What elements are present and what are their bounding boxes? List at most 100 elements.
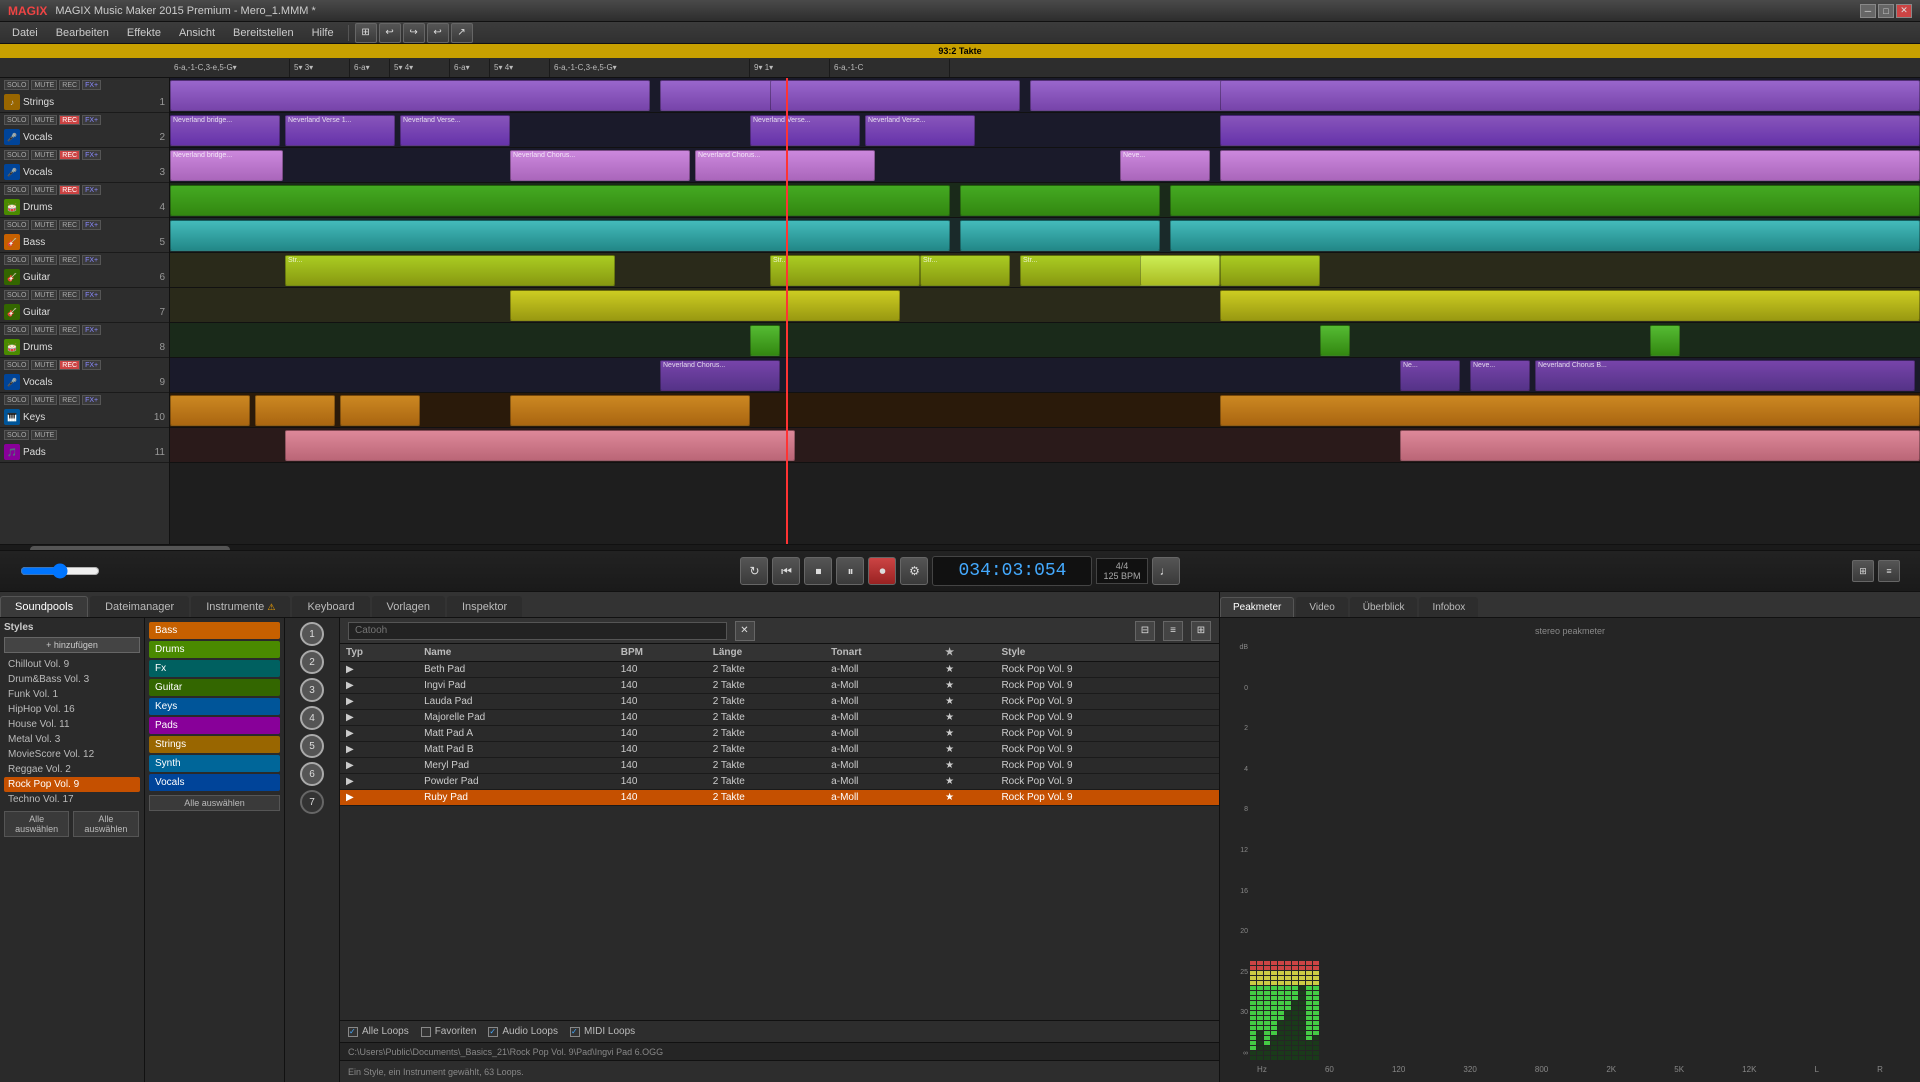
clip-guitar6-2[interactable]: Str... bbox=[770, 255, 920, 286]
loops-icon-btn-3[interactable]: ⊞ bbox=[1191, 621, 1211, 641]
track-row-5[interactable] bbox=[170, 218, 1920, 253]
clip-keys10-2[interactable] bbox=[255, 395, 335, 426]
track-row-4[interactable] bbox=[170, 183, 1920, 218]
style-item-7[interactable]: Reggae Vol. 2 bbox=[4, 762, 140, 777]
loop-btn[interactable]: ↻ bbox=[740, 557, 768, 585]
track-row-11[interactable] bbox=[170, 428, 1920, 463]
clip-keys10-5[interactable] bbox=[1220, 395, 1920, 426]
filter-favoriten[interactable]: Favoriten bbox=[421, 1026, 477, 1037]
checkbox-audio-loops[interactable] bbox=[488, 1027, 498, 1037]
star-4[interactable]: ★ bbox=[939, 726, 995, 742]
clip-pads11-2[interactable] bbox=[1400, 430, 1920, 461]
mute-btn-6[interactable]: MUTE bbox=[31, 255, 57, 265]
mute-btn-11[interactable]: MUTE bbox=[31, 430, 57, 440]
tab-inspektor[interactable]: Inspektor bbox=[447, 596, 522, 617]
grid-view-btn[interactable]: ⊞ bbox=[1852, 560, 1874, 582]
col-name[interactable]: Name bbox=[418, 644, 615, 662]
track-row-7[interactable] bbox=[170, 288, 1920, 323]
clip-guitar7-2[interactable] bbox=[1220, 290, 1920, 321]
style-item-3[interactable]: HipHop Vol. 16 bbox=[4, 702, 140, 717]
clip-strings-5[interactable] bbox=[1220, 80, 1920, 111]
style-item-0[interactable]: Chillout Vol. 9 bbox=[4, 657, 140, 672]
fx-btn-4[interactable]: FX+ bbox=[82, 185, 101, 195]
play-btn-8[interactable]: ▶ bbox=[340, 790, 418, 806]
solo-btn-7[interactable]: SOLO bbox=[4, 290, 29, 300]
col-bpm[interactable]: BPM bbox=[615, 644, 707, 662]
solo-btn-8[interactable]: SOLO bbox=[4, 325, 29, 335]
fx-btn-10[interactable]: FX+ bbox=[82, 395, 101, 405]
solo-btn-4[interactable]: SOLO bbox=[4, 185, 29, 195]
tab-vorlagen[interactable]: Vorlagen bbox=[372, 596, 445, 617]
record-btn[interactable]: ⏺ bbox=[868, 557, 896, 585]
solo-btn-10[interactable]: SOLO bbox=[4, 395, 29, 405]
tonal-segment-4[interactable]: 5▾ 4▾ bbox=[390, 59, 450, 77]
star-1[interactable]: ★ bbox=[939, 678, 995, 694]
instr-item-fx[interactable]: Fx bbox=[149, 660, 280, 677]
stop-btn[interactable]: ⏹ bbox=[804, 557, 832, 585]
play-btn-2[interactable]: ▶ bbox=[340, 694, 418, 710]
level-5[interactable]: 5 bbox=[300, 734, 324, 758]
toolbar-btn-undo[interactable]: ↩ bbox=[379, 23, 401, 43]
titlebar-controls[interactable]: ─ □ ✕ bbox=[1860, 4, 1912, 18]
level-7[interactable]: 7 bbox=[300, 790, 324, 814]
loop-row-0[interactable]: ▶ Beth Pad 140 2 Takte a-Moll ★ Rock Pop… bbox=[340, 662, 1219, 678]
right-tab-video[interactable]: Video bbox=[1296, 597, 1347, 617]
mute-btn-5[interactable]: MUTE bbox=[31, 220, 57, 230]
clip-vocals3-1[interactable]: Neverland bridge... bbox=[170, 150, 283, 181]
tonal-segment-9[interactable]: 6-a,-1-C bbox=[830, 59, 950, 77]
clip-bass5-2[interactable] bbox=[960, 220, 1160, 251]
menu-item-bereitstellen[interactable]: Bereitstellen bbox=[225, 25, 302, 41]
clip-keys10-4[interactable] bbox=[510, 395, 750, 426]
menu-item-ansicht[interactable]: Ansicht bbox=[171, 25, 223, 41]
clip-vocals3-5[interactable] bbox=[1220, 150, 1920, 181]
clip-guitar6-1[interactable]: Str... bbox=[285, 255, 615, 286]
clip-vocals2-1[interactable]: Neverland bridge... bbox=[170, 115, 280, 146]
clip-vocals2-6[interactable] bbox=[1220, 115, 1920, 146]
rec-btn-9[interactable]: REC bbox=[59, 360, 80, 370]
list-view-btn[interactable]: ≡ bbox=[1878, 560, 1900, 582]
clip-vocals2-4[interactable]: Neverland Verse... bbox=[750, 115, 860, 146]
mute-btn-8[interactable]: MUTE bbox=[31, 325, 57, 335]
minimize-button[interactable]: ─ bbox=[1860, 4, 1876, 18]
settings-btn[interactable]: ⚙ bbox=[900, 557, 928, 585]
mute-btn-4[interactable]: MUTE bbox=[31, 185, 57, 195]
rec-btn-5[interactable]: REC bbox=[59, 220, 80, 230]
clip-vocals3-4[interactable]: Neve... bbox=[1120, 150, 1210, 181]
menu-item-hilfe[interactable]: Hilfe bbox=[304, 25, 342, 41]
level-6[interactable]: 6 bbox=[300, 762, 324, 786]
toolbar-btn-redo2[interactable]: ↩ bbox=[427, 23, 449, 43]
instr-item-strings[interactable]: Strings bbox=[149, 736, 280, 753]
clip-drums8-2[interactable] bbox=[1320, 325, 1350, 356]
tonal-segment-6[interactable]: 5▾ 4▾ bbox=[490, 59, 550, 77]
style-item-4[interactable]: House Vol. 11 bbox=[4, 717, 140, 732]
level-2[interactable]: 2 bbox=[300, 650, 324, 674]
track-row-6[interactable]: Str... Str... Str... Str... bbox=[170, 253, 1920, 288]
loop-row-8[interactable]: ▶ Ruby Pad 140 2 Takte a-Moll ★ Rock Pop… bbox=[340, 790, 1219, 806]
mute-btn-9[interactable]: MUTE bbox=[31, 360, 57, 370]
tonal-segment-1[interactable]: 6-a,-1-C,3-e,5-G▾ bbox=[170, 59, 290, 77]
filter-alle-loops[interactable]: Alle Loops bbox=[348, 1026, 409, 1037]
rec-btn-1[interactable]: REC bbox=[59, 80, 80, 90]
track-row-10[interactable] bbox=[170, 393, 1920, 428]
track-row-1[interactable] bbox=[170, 78, 1920, 113]
styles-all-btn2[interactable]: Alle auswählen bbox=[73, 811, 138, 837]
right-tab-peakmeter[interactable]: Peakmeter bbox=[1220, 597, 1294, 617]
menu-item-datei[interactable]: Datei bbox=[4, 25, 46, 41]
menu-item-effekte[interactable]: Effekte bbox=[119, 25, 169, 41]
track-row-2[interactable]: Neverland bridge... Neverland Verse 1...… bbox=[170, 113, 1920, 148]
play-btn-1[interactable]: ▶ bbox=[340, 678, 418, 694]
col-typ[interactable]: Typ bbox=[340, 644, 418, 662]
play-btn-7[interactable]: ▶ bbox=[340, 774, 418, 790]
checkbox-midi-loops[interactable] bbox=[570, 1027, 580, 1037]
clip-drums4-2[interactable] bbox=[960, 185, 1160, 216]
loops-close-btn[interactable]: ✕ bbox=[735, 621, 755, 641]
style-item-5[interactable]: Metal Vol. 3 bbox=[4, 732, 140, 747]
track-row-9[interactable]: Neverland Chorus... Ne... Neve... Neverl… bbox=[170, 358, 1920, 393]
clip-drums4-1[interactable] bbox=[170, 185, 950, 216]
mute-btn-3[interactable]: MUTE bbox=[31, 150, 57, 160]
star-3[interactable]: ★ bbox=[939, 710, 995, 726]
col-star[interactable]: ★ bbox=[939, 644, 995, 662]
star-2[interactable]: ★ bbox=[939, 694, 995, 710]
checkbox-alle-loops[interactable] bbox=[348, 1027, 358, 1037]
fx-btn-8[interactable]: FX+ bbox=[82, 325, 101, 335]
